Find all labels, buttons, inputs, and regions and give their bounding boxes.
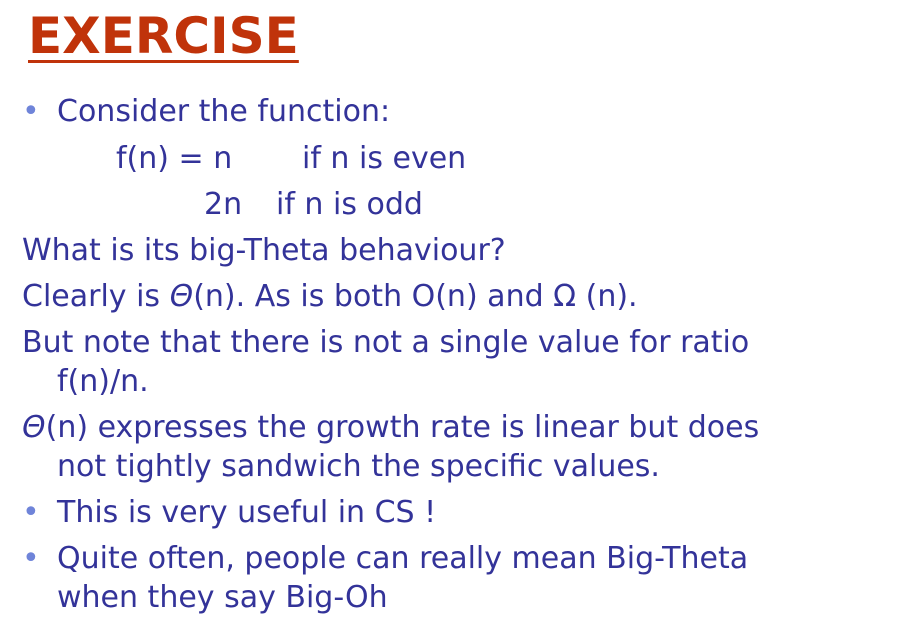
- bullet-dot: •: [22, 495, 40, 530]
- growth-line-2: not tightly sandwich the specific values…: [57, 449, 660, 484]
- function-row2-condition: if n is odd: [276, 187, 423, 222]
- slide-title: EXERCISE: [28, 7, 299, 65]
- growth-rest: (n) expresses the growth rate is linear …: [45, 410, 760, 445]
- function-row1-condition: if n is even: [302, 141, 467, 176]
- ratio-line-2: f(n)/n.: [57, 364, 149, 399]
- bullet-dot: •: [22, 541, 40, 576]
- bullet-dot: •: [22, 94, 40, 129]
- bullet-useful-in-cs: This is very useful in CS !: [57, 495, 437, 530]
- clearly-rest: (n). As is both O(n) and Ω (n).: [193, 279, 638, 314]
- big-theta-question: What is its big-Theta behaviour?: [22, 233, 506, 268]
- bullet-big-theta-line-1: Quite often, people can really mean Big-…: [57, 541, 749, 576]
- function-row1-lhs: f(n) = n: [116, 141, 233, 176]
- theta-symbol: Θ: [169, 279, 194, 314]
- theta-symbol: Θ: [22, 410, 46, 445]
- ratio-line-1: But note that there is not a single valu…: [22, 325, 750, 360]
- growth-line-1: Θ(n) expresses the growth rate is linear…: [22, 409, 759, 447]
- function-row2-lhs: 2n: [204, 187, 243, 222]
- clearly-prefix: Clearly is: [22, 279, 170, 314]
- clearly-theta-line: Clearly is Θ(n). As is both O(n) and Ω (…: [22, 278, 638, 316]
- bullet-consider-function: Consider the function:: [57, 94, 391, 129]
- bullet-big-theta-line-2: when they say Big-Oh: [57, 580, 388, 615]
